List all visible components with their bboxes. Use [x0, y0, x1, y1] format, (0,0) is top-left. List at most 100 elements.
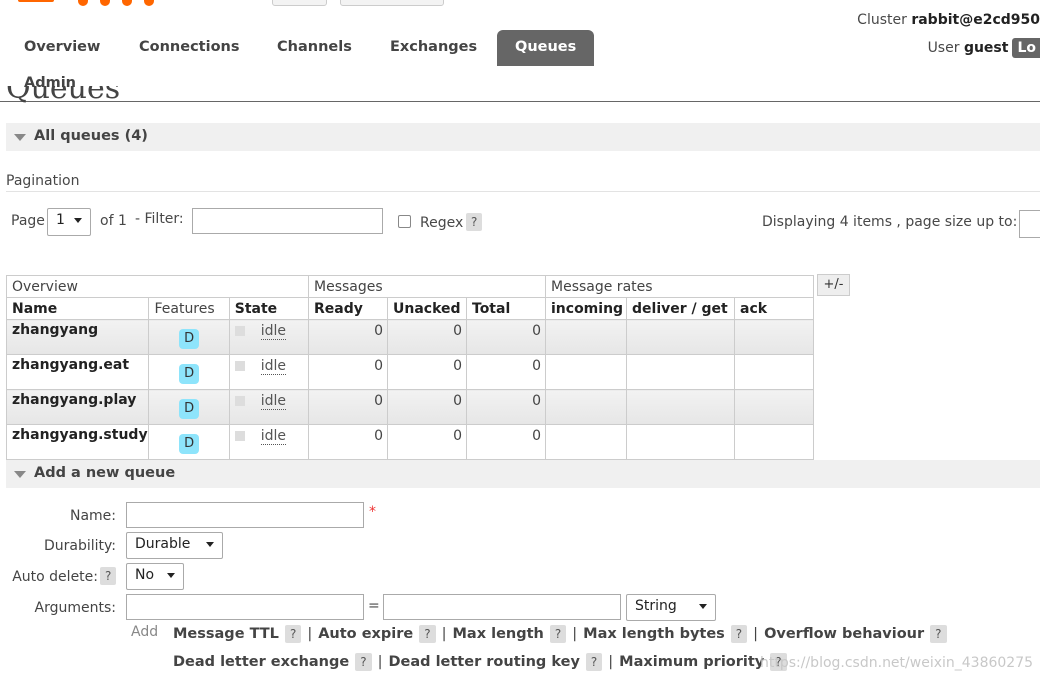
arg-dead-letter-exchange-link[interactable]: Dead letter exchange [173, 654, 349, 670]
all-queues-header[interactable]: All queues (4) [6, 123, 1040, 151]
cluster-name: rabbit@e2cd950 [911, 12, 1040, 28]
total-count: 0 [466, 389, 546, 425]
help-icon[interactable]: ? [549, 625, 567, 643]
chevron-down-icon [167, 573, 175, 578]
tab-overview[interactable]: Overview [24, 39, 100, 55]
col-unacked[interactable]: Unacked [387, 297, 467, 320]
queue-name-link[interactable]: zhangyang.study [5, 424, 150, 460]
col-deliver-get[interactable]: deliver / get [626, 297, 735, 320]
help-icon[interactable]: ? [730, 625, 748, 643]
name-label: Name: [69, 508, 116, 524]
add-queue-header[interactable]: Add a new queue [6, 460, 1040, 488]
col-incoming[interactable]: incoming [545, 297, 627, 320]
total-count: 0 [466, 354, 546, 390]
help-icon[interactable]: ? [419, 625, 436, 643]
durable-badge: D [179, 363, 200, 384]
auto-delete-select[interactable]: No [126, 563, 184, 590]
col-total[interactable]: Total [466, 297, 546, 320]
table-row[interactable]: zhangyang.study D idle 0 0 0 [5, 424, 814, 460]
argument-value-input[interactable] [383, 594, 621, 620]
queue-name-link[interactable]: zhangyang [5, 319, 150, 355]
argument-shortcuts-row-2: Dead letter exchange? | Dead letter routin… [173, 653, 787, 671]
arg-max-length-link[interactable]: Max length [452, 626, 543, 642]
help-icon[interactable]: ? [284, 625, 302, 643]
tab-exchanges[interactable]: Exchanges [390, 39, 477, 55]
page-title: Queues [6, 86, 121, 106]
page-size-input[interactable] [1019, 210, 1040, 238]
page-select[interactable]: 1 [47, 208, 91, 236]
arg-auto-expire-link[interactable]: Auto expire [318, 626, 413, 642]
col-ack[interactable]: ack [734, 297, 814, 320]
total-count: 0 [466, 319, 546, 355]
regex-help-icon[interactable]: ? [466, 213, 483, 231]
chevron-down-icon [206, 542, 214, 547]
auto-delete-help-icon[interactable]: ? [100, 567, 117, 585]
tab-channels[interactable]: Channels [277, 39, 352, 55]
required-mark: * [369, 504, 376, 520]
state-icon [234, 396, 245, 406]
help-icon[interactable]: ? [930, 625, 947, 643]
arguments-label: Arguments: [34, 600, 116, 616]
top-button-1[interactable] [272, 0, 327, 6]
incoming-rate [545, 424, 627, 460]
queue-name-input[interactable] [126, 502, 364, 528]
logout-button[interactable]: Lo [1012, 38, 1040, 58]
table-row[interactable]: zhangyang.play D idle 0 0 0 [5, 389, 814, 425]
queue-name-link[interactable]: zhangyang.play [5, 389, 150, 425]
tab-connections[interactable]: Connections [139, 39, 240, 55]
queue-name-link[interactable]: zhangyang.eat [5, 354, 150, 390]
top-button-2[interactable] [340, 0, 444, 6]
unacked-count: 0 [387, 424, 467, 460]
group-messages: Messages [308, 275, 546, 298]
col-name[interactable]: Name [5, 297, 150, 320]
equals-sign: = [368, 598, 380, 614]
incoming-rate [545, 319, 627, 355]
arg-overflow-behaviour-link[interactable]: Overflow behaviour [764, 626, 924, 642]
ready-count: 0 [308, 424, 388, 460]
page-label: Page [11, 213, 45, 229]
queue-state: idle [260, 428, 287, 445]
deliver-rate [626, 389, 735, 425]
col-state[interactable]: State [228, 297, 310, 320]
argument-shortcuts-row-1: Message TTL? | Auto expire? | Max length? | Ma… [173, 625, 947, 643]
help-icon[interactable]: ? [355, 653, 372, 671]
ack-rate [734, 354, 814, 390]
unacked-count: 0 [387, 354, 467, 390]
incoming-rate [545, 354, 627, 390]
user-info: User guest Lo [928, 38, 1040, 58]
col-ready[interactable]: Ready [308, 297, 388, 320]
ack-rate [734, 424, 814, 460]
state-icon [234, 431, 245, 441]
help-icon[interactable]: ? [585, 653, 603, 671]
ready-count: 0 [308, 389, 388, 425]
incoming-rate [545, 389, 627, 425]
durable-badge: D [179, 328, 200, 349]
arg-dead-letter-routing-key-link[interactable]: Dead letter routing key [388, 654, 579, 670]
cluster-info: Cluster rabbit@e2cd950 [857, 12, 1040, 28]
deliver-rate [626, 424, 735, 460]
displaying-text: Displaying 4 items , page size up to: [762, 214, 1018, 230]
state-icon [234, 361, 245, 371]
table-row[interactable]: zhangyang.eat D idle 0 0 0 [5, 354, 814, 390]
queue-state: idle [260, 358, 287, 375]
filter-input[interactable] [192, 208, 383, 234]
pagination-label: Pagination [6, 173, 80, 189]
argument-type-select[interactable]: String [626, 594, 716, 621]
queue-state: idle [260, 323, 287, 340]
tab-queues[interactable]: Queues [497, 30, 595, 66]
ack-rate [734, 319, 814, 355]
nav-divider [0, 101, 1040, 102]
all-queues-title: All queues (4) [34, 128, 148, 144]
table-row[interactable]: zhangyang D idle 0 0 0 [5, 319, 814, 355]
arg-max-length-bytes-link[interactable]: Max length bytes [583, 626, 725, 642]
ack-rate [734, 389, 814, 425]
argument-key-input[interactable] [126, 594, 364, 620]
rabbitmq-logo [18, 0, 54, 2]
col-features: Features [148, 297, 230, 320]
arg-maximum-priority-link[interactable]: Maximum priority [619, 654, 764, 670]
columns-toggle-button[interactable]: +/- [817, 274, 850, 296]
arg-message-ttl-link[interactable]: Message TTL [173, 626, 279, 642]
unacked-count: 0 [387, 319, 467, 355]
durability-select[interactable]: Durable [126, 532, 223, 559]
regex-checkbox[interactable] [398, 215, 411, 228]
